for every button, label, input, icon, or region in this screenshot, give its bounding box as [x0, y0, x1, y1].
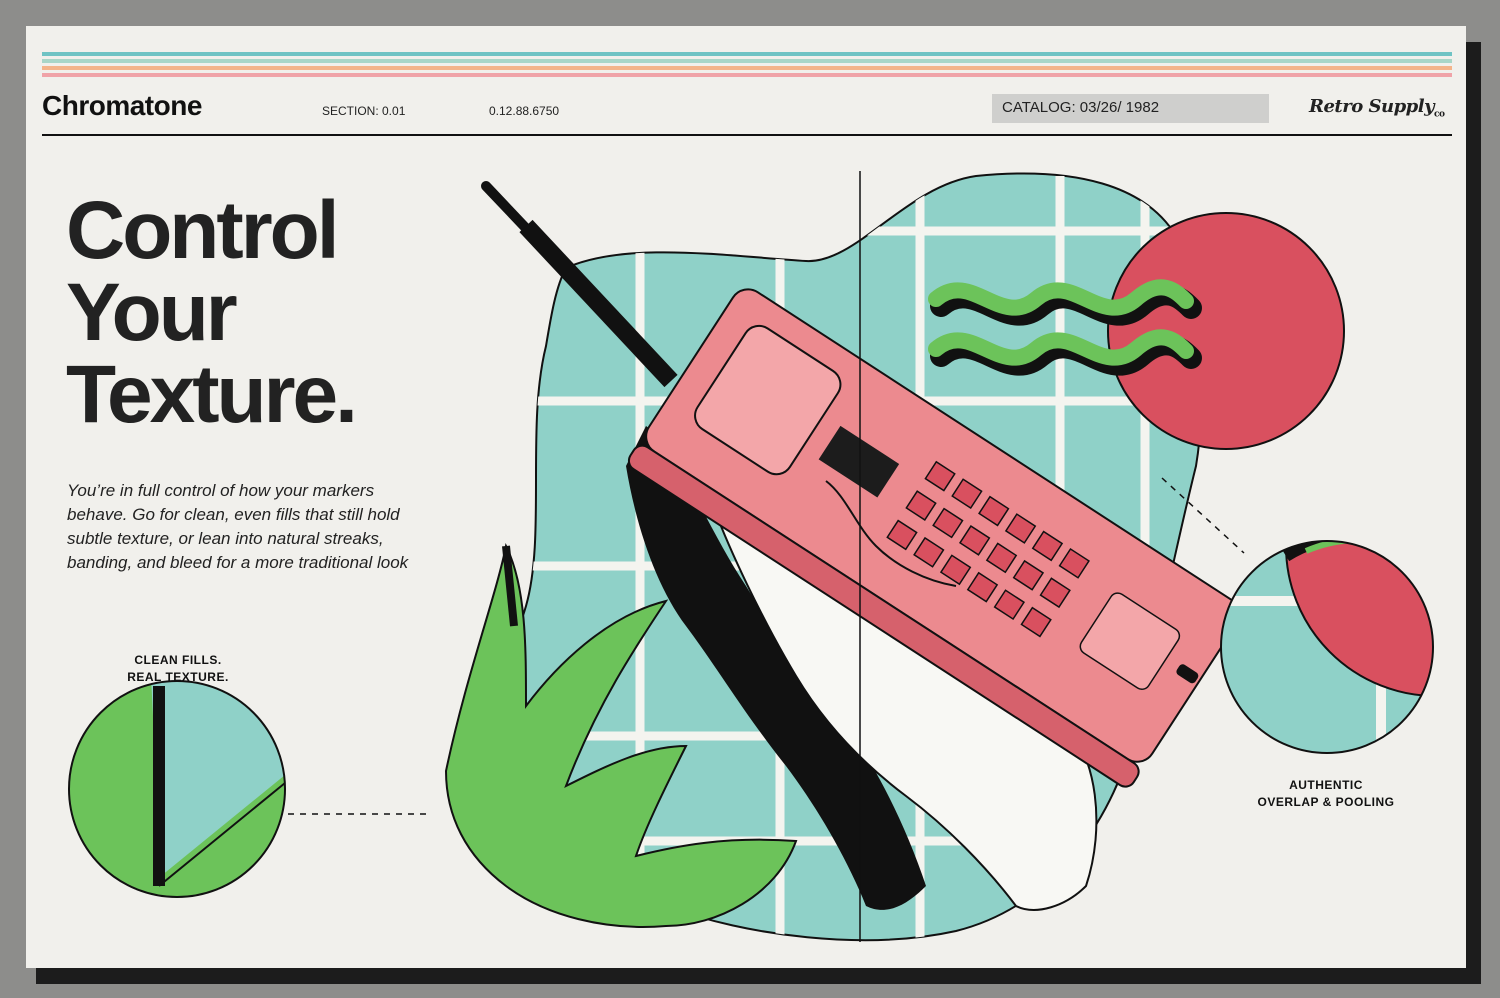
zoom-circle-overlap	[1161, 477, 1434, 754]
zoom-circle-clean-fills	[68, 680, 431, 898]
illustration	[68, 171, 1434, 942]
poster: Chromatone SECTION: 0.01 0.12.88.6750 CA…	[26, 26, 1466, 968]
red-circle	[1107, 212, 1345, 450]
